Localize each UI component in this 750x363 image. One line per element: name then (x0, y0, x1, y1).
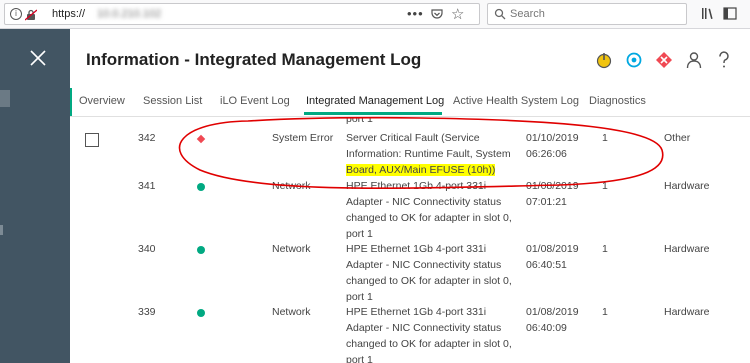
log-category: Network (272, 243, 311, 255)
log-id: 342 (138, 132, 156, 144)
log-description: HPE Ethernet 1Gb 4-port 331i Adapter - N… (346, 178, 518, 242)
log-description-line: port 1 (346, 228, 373, 240)
tab-session-list[interactable]: Session List (143, 95, 202, 107)
log-description-line: HPE Ethernet 1Gb 4-port 331i (346, 306, 487, 318)
log-description-line: Adapter - NIC Connectivity status (346, 259, 502, 271)
active-tab-indicator (304, 112, 442, 115)
ok-status-icon (197, 309, 205, 317)
tab-bar-accent (70, 88, 72, 116)
log-description: HPE Ethernet 1Gb 4-port 331i Adapter - N… (346, 241, 518, 305)
power-icon[interactable] (594, 50, 614, 70)
url-scheme: https:// (52, 8, 86, 20)
log-description-line: Information: Runtime Fault, System (346, 148, 511, 160)
log-description-line: changed to OK for adapter in slot 0, (346, 338, 512, 350)
log-time: 06:26:06 (526, 148, 567, 160)
log-description: HPE Ethernet 1Gb 4-port 331i Adapter - N… (346, 304, 518, 363)
url-bar[interactable]: i https:// 10.0.210.102 ••• ☆ (4, 3, 480, 25)
tab-diagnostics[interactable]: Diagnostics (589, 95, 646, 107)
log-id: 341 (138, 180, 156, 192)
tab-ilo-event-log[interactable]: iLO Event Log (220, 95, 290, 107)
log-timestamp: 01/10/2019 06:26:06 (526, 130, 579, 162)
log-class: Hardware (664, 243, 710, 255)
log-description-line: Server Critical Fault (Service (346, 132, 480, 144)
lock-icon[interactable] (25, 9, 37, 21)
row-select-checkbox[interactable] (85, 133, 99, 147)
log-count: 1 (602, 132, 608, 144)
log-class: Other (664, 132, 691, 144)
log-class: Hardware (664, 306, 710, 318)
log-id: 339 (138, 306, 156, 318)
log-count: 1 (602, 180, 608, 192)
log-timestamp: 01/08/2019 06:40:09 (526, 304, 579, 336)
library-icon[interactable] (701, 7, 715, 20)
left-navigation (0, 29, 70, 363)
health-icon[interactable] (654, 50, 674, 70)
log-date: 01/10/2019 (526, 132, 579, 144)
table-row[interactable]: 341 Network HPE Ethernet 1Gb 4-port 331i… (70, 178, 750, 248)
log-count: 1 (602, 306, 608, 318)
nav-selected-item[interactable] (0, 90, 10, 107)
log-description-line: Adapter - NIC Connectivity status (346, 196, 502, 208)
tab-overview[interactable]: Overview (79, 95, 125, 107)
table-row[interactable]: 340 Network HPE Ethernet 1Gb 4-port 331i… (70, 241, 750, 311)
log-description-line: port 1 (346, 354, 373, 363)
highlighted-description-line: Board, AUX/Main EFUSE (10h)) (346, 164, 496, 176)
uid-icon[interactable] (624, 50, 644, 70)
tab-integrated-management-log[interactable]: Integrated Management Log (306, 95, 444, 107)
log-description: Server Critical Fault (Service Informati… (346, 130, 518, 178)
tab-active-health-system-log[interactable]: Active Health System Log (453, 95, 579, 107)
log-description-line: changed to OK for adapter in slot 0, (346, 275, 512, 287)
log-description-line: HPE Ethernet 1Gb 4-port 331i (346, 180, 487, 192)
info-icon[interactable]: i (10, 8, 22, 20)
pocket-icon[interactable] (431, 8, 443, 20)
log-id: 340 (138, 243, 156, 255)
log-date: 01/08/2019 (526, 243, 579, 255)
nav-item-marker[interactable] (0, 225, 3, 235)
log-time: 06:40:09 (526, 322, 567, 334)
search-bar[interactable]: Search (487, 3, 687, 25)
log-count: 1 (602, 243, 608, 255)
log-time: 07:01:21 (526, 196, 567, 208)
help-icon[interactable] (714, 50, 734, 70)
log-timestamp: 01/08/2019 07:01:21 (526, 178, 579, 210)
user-icon[interactable] (684, 50, 704, 70)
log-category: Network (272, 306, 311, 318)
url-host: 10.0.210.102 (97, 8, 162, 20)
log-class: Hardware (664, 180, 710, 192)
ok-status-icon (197, 246, 205, 254)
close-icon[interactable] (30, 50, 46, 66)
log-date: 01/08/2019 (526, 180, 579, 192)
page-actions-menu-icon[interactable]: ••• (407, 6, 424, 21)
log-cut-text: port 1 (346, 117, 373, 125)
page-title: Information - Integrated Management Log (86, 50, 422, 69)
log-description-line: port 1 (346, 291, 373, 303)
log-description-line: changed to OK for adapter in slot 0, (346, 212, 512, 224)
log-category: Network (272, 180, 311, 192)
ok-status-icon (197, 183, 205, 191)
tab-bar: Overview Session List iLO Event Log Inte… (70, 88, 750, 117)
log-timestamp: 01/08/2019 06:40:51 (526, 241, 579, 273)
browser-toolbar: i https:// 10.0.210.102 ••• ☆ Search (0, 0, 750, 29)
critical-status-icon (196, 134, 206, 144)
imlog-table: port 1 342 System Error Server Critical … (70, 117, 750, 363)
search-icon (494, 8, 506, 20)
log-category: System Error (272, 132, 334, 144)
log-time: 06:40:51 (526, 259, 567, 271)
sidebar-icon[interactable] (723, 7, 737, 20)
log-description-line: Adapter - NIC Connectivity status (346, 322, 502, 334)
log-description-line: HPE Ethernet 1Gb 4-port 331i (346, 243, 487, 255)
table-row[interactable]: 339 Network HPE Ethernet 1Gb 4-port 331i… (70, 304, 750, 363)
search-placeholder[interactable]: Search (510, 8, 545, 20)
log-date: 01/08/2019 (526, 306, 579, 318)
star-icon[interactable]: ☆ (451, 5, 464, 23)
